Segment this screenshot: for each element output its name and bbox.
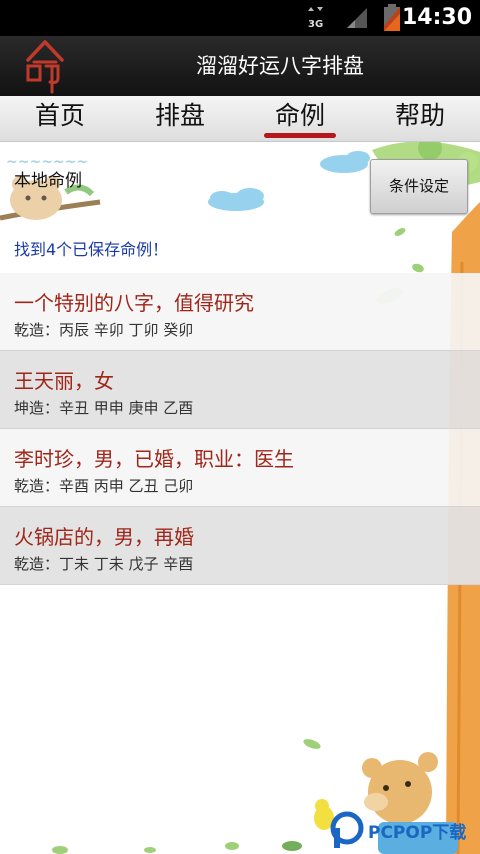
watermark-logo-icon [330,811,364,848]
case-detail: 坤造：辛丑 甲申 庚申 乙酉 [14,399,194,417]
case-detail: 乾造：辛酉 丙申 乙丑 己卯 [14,477,194,495]
tab-label: 首页 [34,101,85,130]
network-data-icon: 3G [308,7,323,30]
watermark-text: PCPOP下载 [368,823,467,843]
status-bar: 3G 14:30 [0,0,480,36]
clock: 14:30 [401,5,472,30]
case-title: 一个特别的八字，值得研究 [14,291,254,315]
tab-chart[interactable]: 排盘 [120,96,240,141]
case-detail: 乾造：丙辰 辛卯 丁卯 癸卯 [14,321,194,339]
tab-label: 帮助 [394,101,445,130]
case-list: 一个特别的八字，值得研究 乾造：丙辰 辛卯 丁卯 癸卯 王天丽，女 坤造：辛丑 … [0,273,480,585]
tab-label: 命例 [274,101,325,130]
case-detail: 乾造：丁未 丁未 戊子 辛酉 [14,555,194,573]
case-list-item[interactable]: 王天丽，女 坤造：辛丑 甲申 庚申 乙酉 [0,351,480,429]
tab-help[interactable]: 帮助 [360,96,480,141]
app-title: 溜溜好运八字排盘 [196,54,364,78]
section-title: 本地命例 [14,171,82,191]
tab-cases[interactable]: 命例 [240,96,360,141]
case-title: 王天丽，女 [14,369,114,393]
tab-label: 排盘 [154,101,205,130]
active-tab-indicator [264,133,336,138]
app-logo-icon [26,40,64,94]
app-title-bar: 溜溜好运八字排盘 [0,36,480,96]
cloud-icon [208,151,370,211]
tab-home[interactable]: 首页 [0,96,120,141]
case-title: 李时珍，男，已婚，职业：医生 [14,447,294,471]
battery-icon [384,4,400,31]
watermark: PCPOP下载 [330,810,480,850]
tab-bar: 首页 排盘 命例 帮助 [0,96,480,142]
case-list-item[interactable]: 一个特别的八字，值得研究 乾造：丙辰 辛卯 丁卯 癸卯 [0,273,480,351]
case-list-item[interactable]: 李时珍，男，已婚，职业：医生 乾造：辛酉 丙申 乙丑 己卯 [0,429,480,507]
cases-page: ~~~~~~~ 本地命例 条件设定 找到4个已保存命例！ 一个特别的八字，值得研… [0,142,480,854]
case-list-item[interactable]: 火锅店的，男，再婚 乾造：丁未 丁未 戊子 辛酉 [0,507,480,585]
case-title: 火锅店的，男，再婚 [14,525,194,549]
result-count-text: 找到4个已保存命例！ [14,240,169,259]
svg-text:3G: 3G [308,19,323,30]
signal-icon [347,8,367,28]
filter-settings-button[interactable]: 条件设定 [370,159,468,214]
